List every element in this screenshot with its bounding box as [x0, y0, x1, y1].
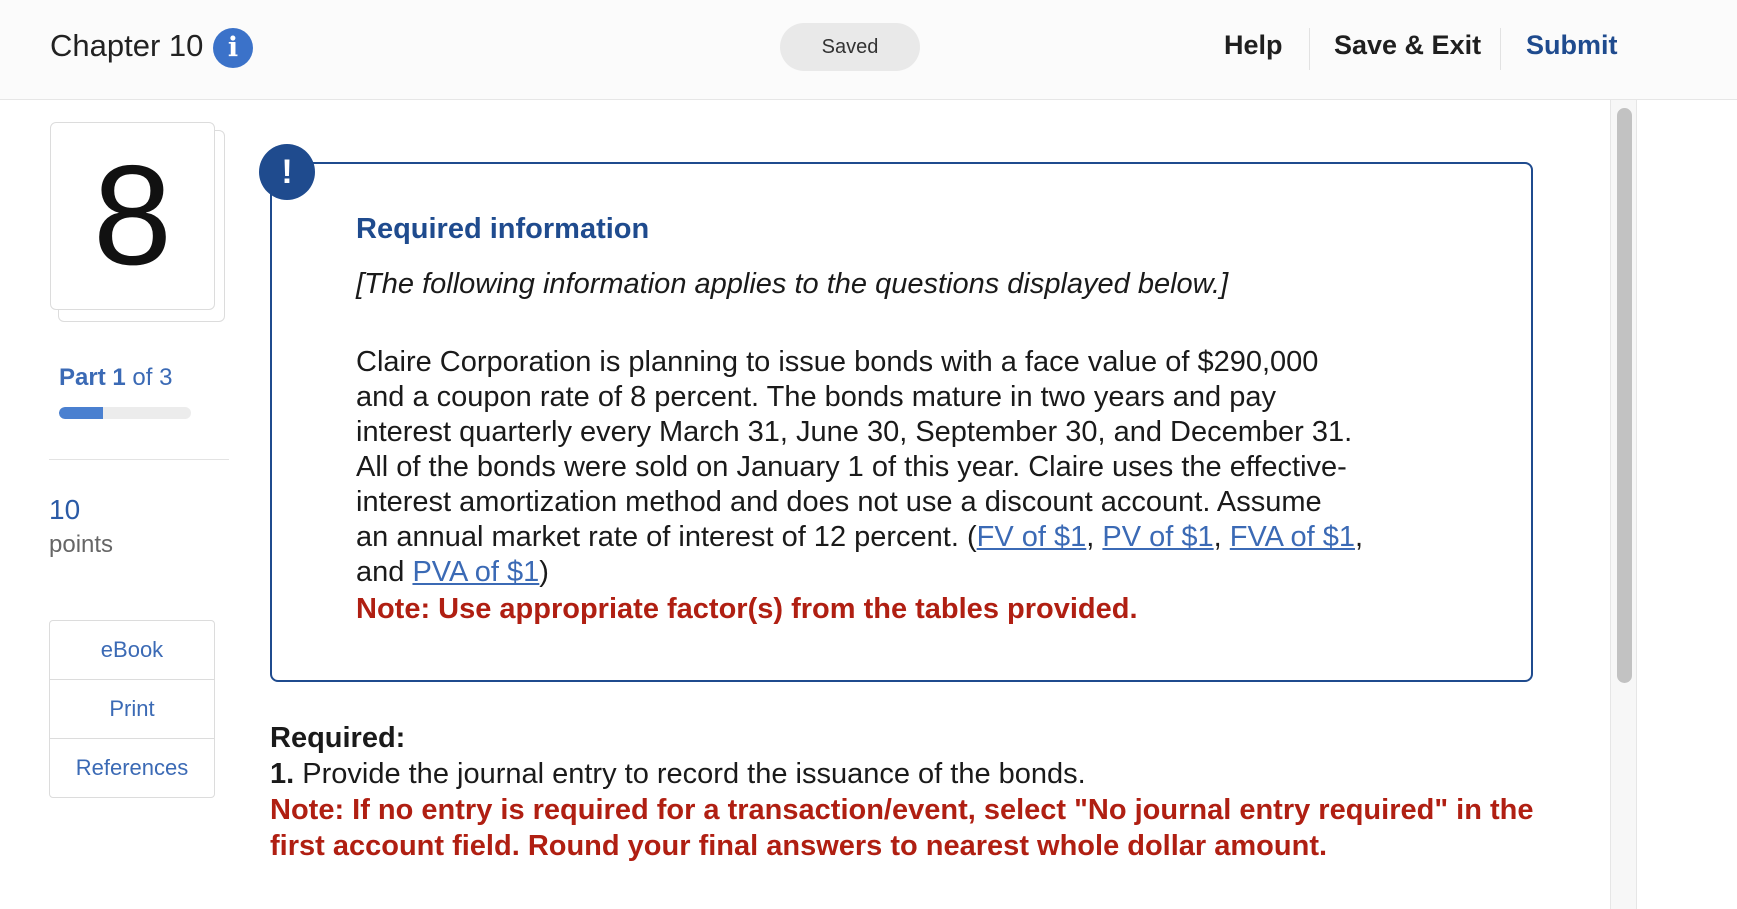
question-number: 8 — [50, 122, 215, 310]
references-button[interactable]: References — [50, 739, 214, 797]
line-text: an annual market rate of interest of 12 … — [356, 521, 977, 553]
scrollbar-thumb[interactable] — [1617, 108, 1632, 683]
points-value: 10 — [49, 494, 81, 525]
submit-button[interactable]: Submit — [1526, 30, 1618, 61]
comma: , — [1213, 521, 1230, 553]
help-button[interactable]: Help — [1224, 30, 1283, 61]
comma: , — [1086, 521, 1103, 553]
info-applies-note: [The following information applies to th… — [356, 268, 1229, 300]
part-word: Part — [59, 364, 106, 391]
pva-table-link[interactable]: PVA of $1 — [412, 556, 539, 588]
points-label: points — [49, 531, 114, 558]
required-information-title: Required information — [356, 213, 650, 245]
pv-table-link[interactable]: PV of $1 — [1102, 521, 1213, 553]
required-item: 1. Provide the journal entry to record t… — [270, 756, 1620, 792]
paragraph-line: All of the bonds were sold on January 1 … — [356, 451, 1347, 483]
nav-divider — [1500, 28, 1501, 70]
sidebar-divider — [49, 459, 229, 460]
part-progress-bar — [59, 407, 191, 419]
paragraph-line: and a coupon rate of 8 percent. The bond… — [356, 381, 1276, 413]
paragraph-line-links: an annual market rate of interest of 12 … — [356, 520, 1481, 555]
save-exit-button[interactable]: Save & Exit — [1334, 30, 1481, 61]
line-text: and — [356, 556, 413, 588]
item-number: 1. — [270, 758, 295, 790]
required-section: Required: 1. Provide the journal entry t… — [270, 720, 1620, 864]
part-indicator: Part 1 of 3 — [59, 364, 172, 392]
part-total: of 3 — [132, 364, 173, 391]
info-icon[interactable]: i — [213, 28, 253, 68]
tools-panel: eBook Print References — [49, 620, 215, 798]
fva-table-link[interactable]: FVA of $1 — [1230, 521, 1355, 553]
paragraph-line: Claire Corporation is planning to issue … — [356, 346, 1319, 378]
paragraph-line: interest amortization method and does no… — [356, 486, 1322, 518]
question-number-card: 8 — [50, 122, 225, 322]
chapter-title: Chapter 10 — [50, 28, 204, 63]
nav-divider — [1309, 28, 1310, 70]
entry-note-line: Note: If no entry is required for a tran… — [270, 794, 1534, 826]
ebook-button[interactable]: eBook — [50, 621, 214, 680]
saved-status-badge: Saved — [780, 23, 920, 71]
comma: , — [1354, 521, 1364, 553]
top-bar: Chapter 10 i Saved Help Save & Exit Subm… — [0, 0, 1737, 100]
part-progress-fill — [59, 407, 103, 419]
paragraph-line: interest quarterly every March 31, June … — [356, 416, 1353, 448]
factor-note: Note: Use appropriate factor(s) from the… — [356, 593, 1138, 625]
entry-note-line: first account field. Round your final an… — [270, 830, 1328, 862]
problem-paragraph: Claire Corporation is planning to issue … — [356, 345, 1481, 627]
item-text: Provide the journal entry to record the … — [294, 758, 1086, 790]
part-current: 1 — [112, 364, 126, 391]
fv-table-link[interactable]: FV of $1 — [977, 521, 1087, 553]
exclamation-icon: ! — [259, 144, 315, 200]
paragraph-line-links: and PVA of $1) — [356, 555, 1481, 590]
required-label: Required: — [270, 722, 406, 754]
line-text: ) — [539, 556, 549, 588]
print-button[interactable]: Print — [50, 680, 214, 739]
